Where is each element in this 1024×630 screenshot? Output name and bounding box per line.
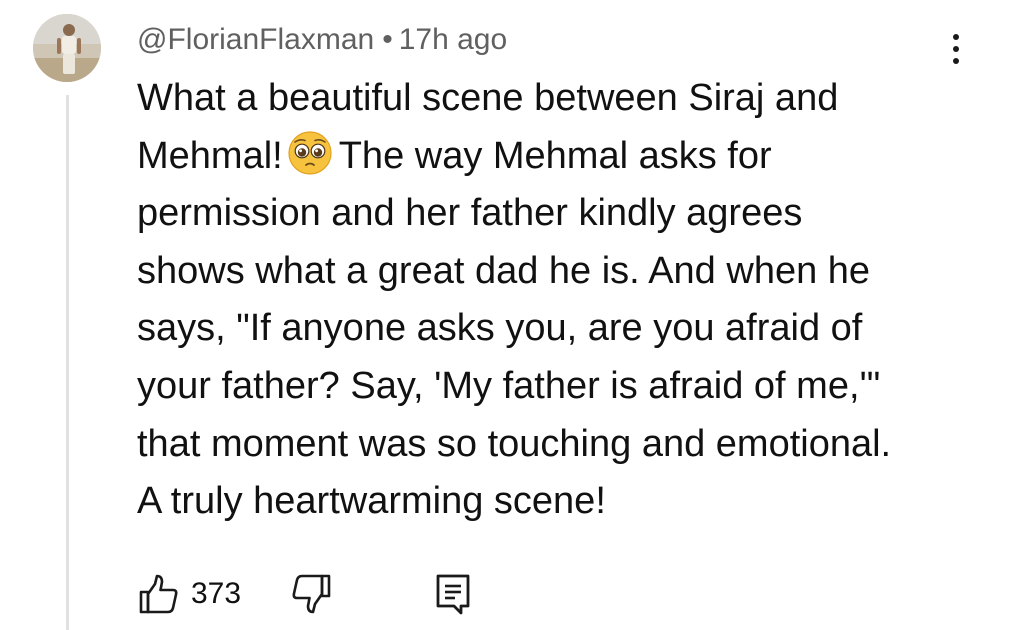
comment-actions: 373: [137, 568, 475, 620]
comment-timestamp: 17h ago: [398, 23, 508, 56]
comment-line: Mehmal! The way Mehmal asks for: [137, 128, 967, 186]
like-button[interactable]: 373: [137, 572, 241, 616]
reply-button[interactable]: [431, 572, 475, 616]
comment-line: A truly heartwarming scene!: [137, 480, 606, 523]
author-name[interactable]: @FlorianFlaxman: [137, 23, 374, 56]
avatar[interactable]: [33, 14, 101, 82]
comment-text: What a beautiful scene between Siraj and…: [137, 70, 967, 531]
comment-line-part: Mehmal!: [137, 134, 283, 177]
comment-line: What a beautiful scene between Siraj and: [137, 77, 839, 119]
avatar-image: [33, 14, 101, 82]
dislike-button[interactable]: [289, 572, 333, 616]
more-vertical-icon-dot: [953, 46, 959, 52]
comment-line-part: The way Mehmal asks for: [338, 134, 772, 177]
comment-meta: @FlorianFlaxman • 17h ago: [137, 18, 507, 62]
thread-line: [66, 95, 69, 630]
thumbs-down-icon: [292, 574, 331, 614]
more-vertical-icon-dot: [953, 58, 959, 64]
pleading-face-icon: [288, 130, 332, 175]
more-vertical-icon-dot: [953, 34, 959, 40]
comment-line: shows what a great dad he is. And when h…: [137, 249, 871, 292]
comment-line: your father? Say, 'My father is afraid o…: [137, 364, 881, 407]
comment-card: @FlorianFlaxman • 17h ago What a beautiful…: [0, 0, 1024, 630]
comment-line: that moment was so touching and emotiona…: [137, 422, 892, 465]
like-count: 373: [191, 577, 242, 610]
meta-separator: •: [382, 23, 393, 56]
more-options-button[interactable]: [938, 24, 974, 74]
reply-comment-icon: [436, 574, 470, 615]
thumbs-up-icon: [139, 574, 178, 614]
comment-line: says, "If anyone asks you, are you afrai…: [137, 307, 863, 350]
comment-line: permission and her father kindly agrees: [137, 192, 803, 235]
